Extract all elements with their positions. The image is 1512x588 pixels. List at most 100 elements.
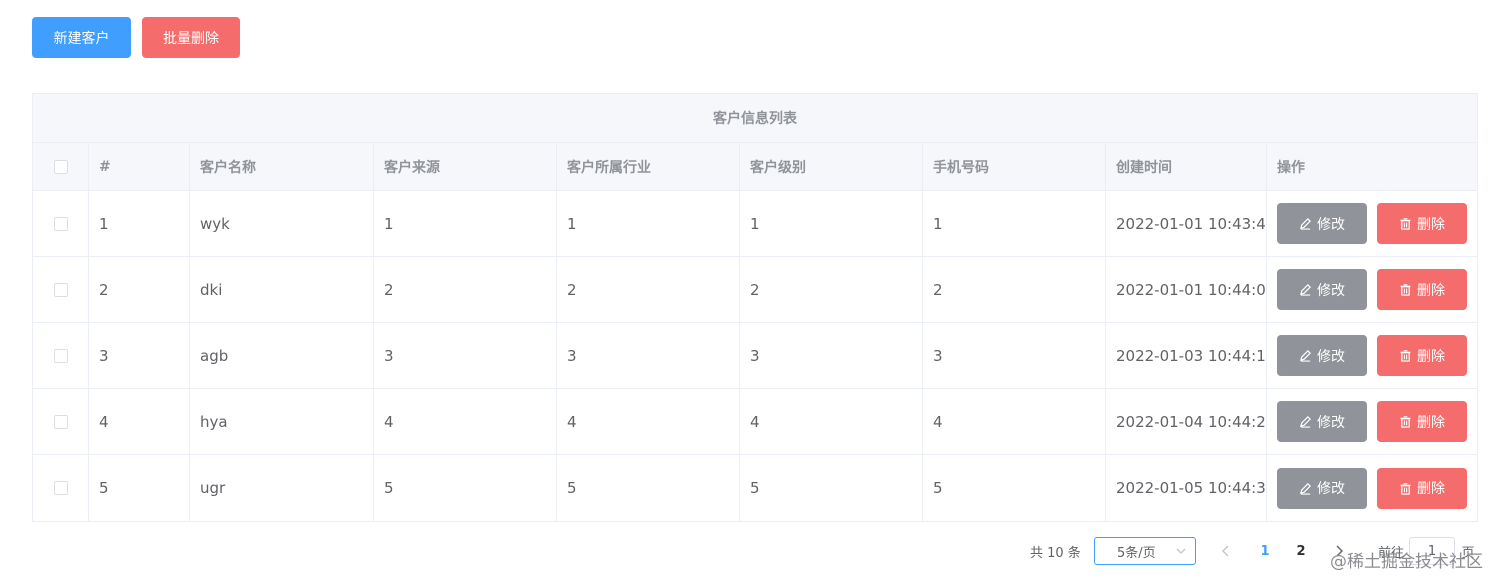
cell-index: 3 [89, 323, 190, 388]
delete-button[interactable]: 删除 [1377, 335, 1467, 376]
cell-phone: 3 [923, 323, 1106, 388]
row-checkbox[interactable] [53, 348, 68, 363]
cell-actions: 修改 删除 [1267, 323, 1477, 388]
watermark: @稀土掘金技术社区 [1330, 552, 1483, 572]
row-checkbox[interactable] [53, 216, 68, 231]
header-customer-level: 客户级别 [740, 143, 923, 190]
table-row: 1 wyk 1 1 1 1 2022-01-01 10:43:48 修改 删除 [33, 191, 1477, 257]
cell-customer-name: dki [190, 257, 374, 322]
cell-created-time: 2022-01-05 10:44:33 [1106, 455, 1267, 521]
header-customer-source: 客户来源 [374, 143, 557, 190]
cell-customer-source: 4 [374, 389, 557, 454]
cell-customer-industry: 4 [557, 389, 740, 454]
edit-button[interactable]: 修改 [1277, 203, 1367, 244]
trash-icon [1399, 482, 1412, 495]
cell-customer-level: 5 [740, 455, 923, 521]
pagination-total: 共 10 条 [1030, 545, 1081, 561]
cell-created-time: 2022-01-03 10:44:17 [1106, 323, 1267, 388]
row-checkbox[interactable] [53, 414, 68, 429]
cell-customer-source: 5 [374, 455, 557, 521]
cell-customer-level: 4 [740, 389, 923, 454]
table-row: 4 hya 4 4 4 4 2022-01-04 10:44:25 修改 删除 [33, 389, 1477, 455]
prev-page-icon[interactable] [1216, 537, 1236, 565]
cell-created-time: 2022-01-04 10:44:25 [1106, 389, 1267, 454]
cell-customer-name: agb [190, 323, 374, 388]
table-body: 1 wyk 1 1 1 1 2022-01-01 10:43:48 修改 删除 2 dki 2 2 2 2 2… [33, 191, 1477, 521]
edit-icon [1299, 349, 1312, 362]
row-select-cell [33, 257, 89, 322]
delete-button[interactable]: 删除 [1377, 467, 1467, 509]
cell-created-time: 2022-01-01 10:44:09 [1106, 257, 1267, 322]
header-created-time: 创建时间 [1106, 143, 1267, 190]
cell-customer-name: hya [190, 389, 374, 454]
delete-label: 删除 [1417, 481, 1445, 497]
row-checkbox[interactable] [53, 282, 68, 297]
row-checkbox[interactable] [53, 481, 68, 495]
row-select-cell [33, 323, 89, 388]
edit-button[interactable]: 修改 [1277, 335, 1367, 376]
delete-label: 删除 [1417, 282, 1445, 299]
edit-label: 修改 [1317, 481, 1345, 497]
bulk-delete-button[interactable]: 批量删除 [142, 17, 240, 58]
chevron-down-icon [1175, 545, 1187, 561]
delete-label: 删除 [1417, 348, 1445, 365]
page-size-select[interactable]: 5条/页 [1094, 537, 1196, 565]
edit-label: 修改 [1317, 216, 1345, 233]
select-all-checkbox[interactable] [53, 159, 68, 174]
table-row: 5 ugr 5 5 5 5 2022-01-05 10:44:33 修改 删除 [33, 455, 1477, 521]
table-row: 3 agb 3 3 3 3 2022-01-03 10:44:17 修改 删除 [33, 323, 1477, 389]
cell-actions: 修改 删除 [1267, 455, 1477, 521]
delete-button[interactable]: 删除 [1377, 269, 1467, 310]
delete-button[interactable]: 删除 [1377, 401, 1467, 442]
cell-customer-level: 3 [740, 323, 923, 388]
edit-label: 修改 [1317, 414, 1345, 431]
header-index: # [89, 143, 190, 190]
edit-icon [1299, 283, 1312, 296]
edit-button[interactable]: 修改 [1277, 269, 1367, 310]
edit-icon [1299, 415, 1312, 428]
edit-label: 修改 [1317, 282, 1345, 299]
new-customer-button[interactable]: 新建客户 [32, 17, 131, 58]
trash-icon [1399, 217, 1412, 230]
cell-customer-industry: 1 [557, 191, 740, 256]
delete-label: 删除 [1417, 216, 1445, 233]
cell-index: 4 [89, 389, 190, 454]
cell-customer-industry: 5 [557, 455, 740, 521]
delete-label: 删除 [1417, 414, 1445, 431]
cell-phone: 2 [923, 257, 1106, 322]
cell-customer-source: 2 [374, 257, 557, 322]
cell-customer-level: 2 [740, 257, 923, 322]
edit-label: 修改 [1317, 348, 1345, 365]
cell-phone: 4 [923, 389, 1106, 454]
cell-customer-source: 1 [374, 191, 557, 256]
customer-table: 客户信息列表 # 客户名称 客户来源 客户所属行业 客户级别 手机号码 创建时间… [32, 93, 1478, 522]
row-select-cell [33, 455, 89, 521]
row-select-cell [33, 191, 89, 256]
cell-actions: 修改 删除 [1267, 257, 1477, 322]
cell-customer-industry: 3 [557, 323, 740, 388]
cell-phone: 1 [923, 191, 1106, 256]
cell-customer-name: ugr [190, 455, 374, 521]
page-2-button[interactable]: 2 [1291, 537, 1311, 565]
header-customer-name: 客户名称 [190, 143, 374, 190]
cell-customer-name: wyk [190, 191, 374, 256]
cell-phone: 5 [923, 455, 1106, 521]
edit-icon [1299, 217, 1312, 230]
page-1-button[interactable]: 1 [1255, 537, 1275, 565]
cell-index: 5 [89, 455, 190, 521]
cell-customer-source: 3 [374, 323, 557, 388]
page-size-value: 5条/页 [1117, 545, 1156, 561]
trash-icon [1399, 283, 1412, 296]
trash-icon [1399, 349, 1412, 362]
cell-index: 2 [89, 257, 190, 322]
header-phone: 手机号码 [923, 143, 1106, 190]
edit-button[interactable]: 修改 [1277, 467, 1367, 509]
cell-created-time: 2022-01-01 10:43:48 [1106, 191, 1267, 256]
row-select-cell [33, 389, 89, 454]
cell-customer-level: 1 [740, 191, 923, 256]
edit-button[interactable]: 修改 [1277, 401, 1367, 442]
cell-index: 1 [89, 191, 190, 256]
cell-customer-industry: 2 [557, 257, 740, 322]
delete-button[interactable]: 删除 [1377, 203, 1467, 244]
trash-icon [1399, 415, 1412, 428]
